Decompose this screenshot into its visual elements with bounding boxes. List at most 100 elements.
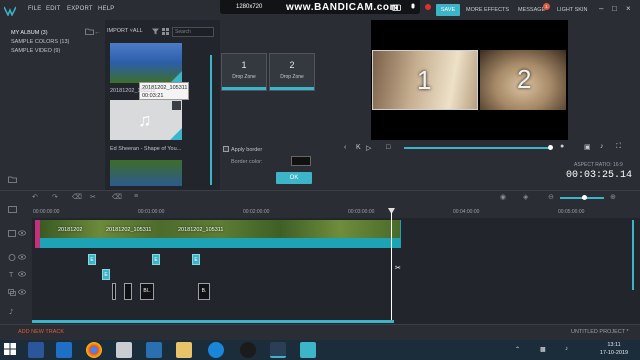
title-clip[interactable]: Bl.. — [140, 283, 154, 300]
playhead-line[interactable] — [391, 212, 392, 320]
tray-arrow-icon[interactable]: ⌃ — [515, 346, 520, 353]
trash-icon[interactable]: ⌫ — [112, 193, 122, 201]
taskbar-app-icon[interactable] — [116, 342, 132, 358]
ok-button[interactable]: OK — [276, 172, 312, 184]
delete-icon[interactable]: ⌫ — [72, 193, 82, 201]
grid-view-icon[interactable] — [162, 28, 169, 35]
new-folder-icon[interactable] — [8, 176, 17, 183]
snap-icon[interactable]: ◉ — [500, 193, 506, 201]
adjust-icon[interactable]: ≡ — [134, 193, 138, 200]
title-clip[interactable]: B. — [198, 283, 210, 300]
eye-icon[interactable] — [18, 271, 26, 277]
clip-start-marker[interactable] — [35, 220, 40, 248]
menu-help[interactable]: HELP — [98, 6, 114, 12]
mic-icon[interactable]: ● — [560, 143, 564, 150]
zoom-out-icon[interactable]: ⊖ — [548, 193, 554, 201]
album-item-sample-colors[interactable]: SAMPLE COLORS (13) — [11, 39, 69, 45]
menu-file[interactable]: FILE — [28, 6, 41, 12]
play-icon[interactable]: ▷ — [366, 144, 371, 152]
taskbar-app-icon[interactable] — [240, 342, 256, 358]
file-explorer-icon[interactable] — [176, 342, 192, 358]
timeline-scrollbar[interactable] — [32, 320, 394, 323]
drop-zone-2[interactable]: 2 Drop Zone — [269, 53, 315, 91]
mic-icon[interactable] — [410, 3, 416, 11]
video-track-icon — [8, 230, 16, 237]
more-effects-button[interactable]: MORE EFFECTS — [466, 7, 509, 13]
transition-marker[interactable]: E — [102, 269, 110, 280]
message-button[interactable]: MESSAGE — [518, 7, 545, 13]
volume-icon[interactable]: ♪ — [600, 143, 604, 150]
ruler-time: 00:02:00:00 — [243, 209, 270, 215]
taskbar-app-icon[interactable] — [28, 342, 44, 358]
menu-edit[interactable]: EDIT — [46, 6, 60, 12]
undo-icon[interactable]: ↶ — [32, 193, 38, 201]
preview-zone-2[interactable]: 2 — [480, 50, 566, 110]
add-track-icon[interactable] — [8, 206, 17, 213]
media-thumbnail-video-1[interactable] — [110, 43, 182, 83]
title-clip[interactable] — [112, 283, 116, 300]
taskbar-app-icon[interactable] — [300, 342, 316, 358]
eye-icon[interactable] — [18, 230, 26, 236]
media-thumbnail-audio[interactable]: ♫ — [110, 100, 182, 140]
taskbar-app-icon[interactable] — [56, 342, 72, 358]
taskbar-app-icon[interactable] — [146, 342, 162, 358]
zoom-slider-handle[interactable] — [582, 195, 587, 200]
album-item-sample-video[interactable]: SAMPLE VIDEO (9) — [11, 48, 60, 54]
title-clip[interactable] — [124, 283, 132, 300]
maximize-icon[interactable]: □ — [612, 4, 617, 13]
stop-icon[interactable]: □ — [386, 144, 390, 151]
playback-scrubber[interactable] — [404, 147, 549, 149]
apply-border-checkbox[interactable] — [223, 146, 229, 152]
ruler-time: 00:03:00:00 — [348, 209, 375, 215]
aspect-ratio-label: ASPECT RATIO: 16:9 — [574, 162, 623, 168]
record-icon[interactable] — [424, 3, 432, 11]
zoom-in-icon[interactable]: ⊕ — [610, 193, 616, 201]
windows-start-icon[interactable] — [4, 343, 16, 355]
app-logo-icon[interactable] — [4, 6, 16, 16]
transition-marker[interactable]: E — [152, 254, 160, 265]
filter-icon[interactable] — [152, 28, 159, 35]
taskbar-clock[interactable]: 13:11 17-10-2019 — [594, 341, 634, 357]
menu-export[interactable]: EXPORT — [67, 6, 93, 12]
media-thumbnail-video-2[interactable] — [110, 160, 182, 186]
close-icon[interactable]: × — [626, 4, 631, 13]
snapshot-icon[interactable]: ▣ — [584, 143, 591, 151]
border-color-picker[interactable] — [291, 156, 311, 166]
chrome-icon[interactable] — [86, 342, 102, 358]
filmora-taskbar-icon[interactable] — [270, 342, 286, 358]
cut-icon[interactable]: ✂ — [90, 193, 96, 201]
minimize-icon[interactable]: – — [599, 4, 603, 13]
media-scrollbar[interactable] — [210, 55, 212, 185]
ruler-time: 00:00:00:00 — [33, 209, 60, 215]
timeline-footer — [0, 324, 640, 340]
redo-icon[interactable]: ↷ — [52, 193, 58, 201]
add-folder-icon[interactable] — [85, 28, 94, 35]
music-note-icon: ♫ — [138, 110, 152, 130]
prev-frame-icon[interactable]: K — [356, 144, 361, 151]
scrubber-handle[interactable] — [548, 145, 553, 150]
import-button[interactable]: IMPORT ˅ALL — [107, 28, 143, 34]
camera-icon[interactable] — [392, 3, 401, 11]
transition-marker[interactable]: E — [88, 254, 96, 265]
eye-icon[interactable] — [18, 289, 26, 295]
taskbar-app-icon[interactable] — [208, 342, 224, 358]
rewind-icon[interactable]: ‹ — [344, 144, 346, 151]
eye-icon[interactable] — [18, 254, 26, 260]
preview-zone-1[interactable]: 1 — [372, 50, 478, 110]
clip-label: 20181202_105311 — [178, 227, 224, 233]
back-arrow-icon[interactable]: ← — [94, 29, 101, 36]
fullscreen-icon[interactable]: ⛶ — [616, 143, 621, 151]
light-skin-button[interactable]: LIGHT SKIN — [557, 7, 587, 13]
volume-tray-icon[interactable]: ♪ — [565, 346, 568, 352]
add-new-track-button[interactable]: ADD NEW TRACK — [18, 329, 64, 335]
save-button[interactable]: SAVE — [436, 4, 460, 16]
transition-marker[interactable]: E — [192, 254, 200, 265]
recorder-watermark: www.BANDICAM.com — [286, 2, 400, 13]
drop-zone-1[interactable]: 1 Drop Zone — [221, 53, 267, 91]
search-input[interactable]: Search — [172, 27, 214, 37]
album-item-my-album[interactable]: MY ALBUM (3) — [11, 30, 48, 36]
timeline-vertical-scrollbar[interactable] — [632, 220, 634, 290]
shield-icon[interactable]: ◈ — [523, 193, 528, 201]
network-icon[interactable]: ▩ — [540, 346, 546, 353]
timeline-ruler[interactable] — [32, 204, 640, 218]
